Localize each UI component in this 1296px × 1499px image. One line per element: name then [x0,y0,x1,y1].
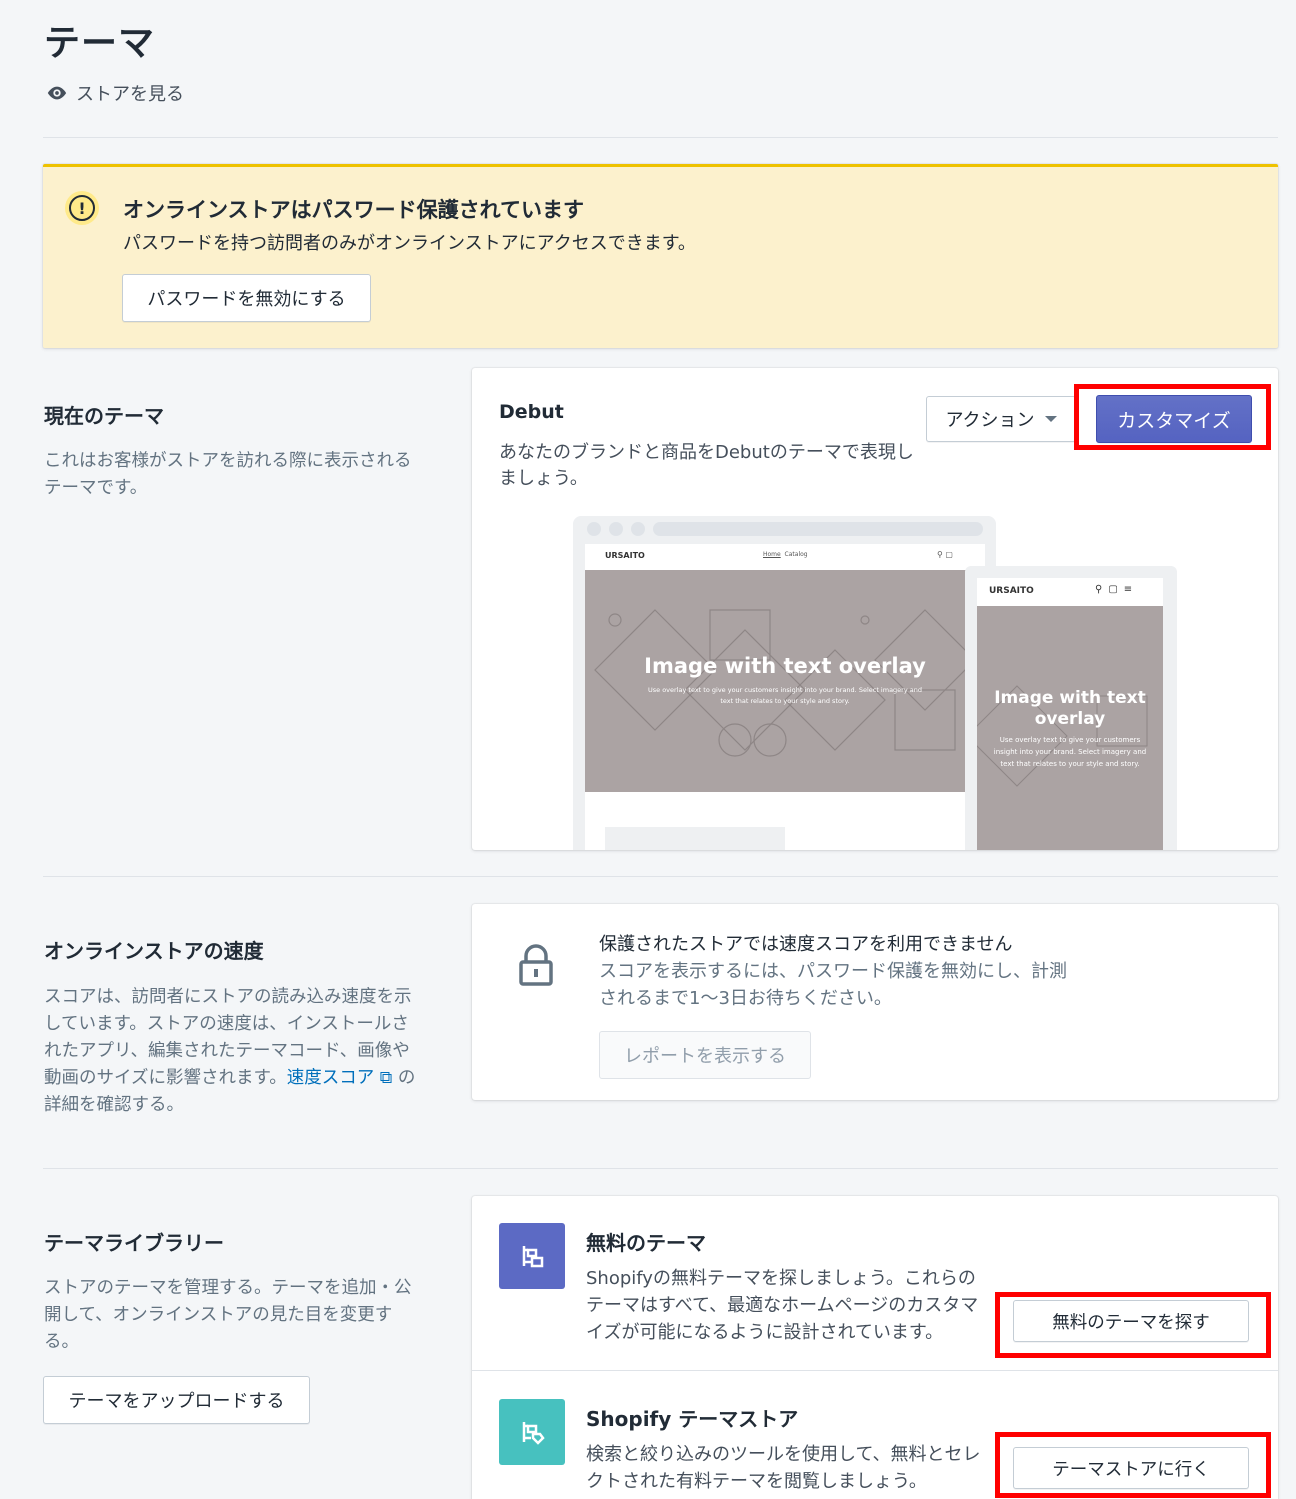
theme-store-icon [499,1399,565,1465]
current-theme-desc: これはお客様がストアを訪れる際に表示されるテーマです。 [44,451,412,498]
external-link-icon: ⧉ [374,1068,393,1088]
lock-icon [519,944,553,986]
library-section-title: テーマライブラリー [44,1231,224,1255]
banner-text: パスワードを持つ訪問者のみがオンラインストアにアクセスできます。 [123,233,696,254]
url-bar [653,522,983,536]
preview-nav: Home Catalog [763,551,808,558]
view-store-link[interactable]: ストアを見る [46,80,184,106]
mobile-preview: URSAITO ⚲▢≡ Image with text overlay Use … [965,566,1177,850]
preview-brand: URSAITO [605,551,645,560]
view-report-button[interactable]: レポートを表示する [599,1031,811,1079]
preview-icons: ⚲ ▢ [937,550,953,559]
mobile-preview-brand: URSAITO [989,586,1034,596]
caret-down-icon [1044,416,1057,422]
free-themes-desc: Shopifyの無料テーマを探しましょう。これらのテーマはすべて、最適なホームペ… [586,1268,979,1343]
current-theme-card: Debut あなたのブランドと商品をDebutのテーマで表現しましょう。 アクシ… [472,368,1278,850]
library-section-desc: ストアのテーマを管理する。テーマを追加・公開して、オンラインストアの見た目を変更… [44,1278,412,1352]
warning-icon: ! [65,191,99,225]
free-themes-icon [499,1223,565,1289]
speed-card-title: 保護されたストアでは速度スコアを利用できません [599,934,1013,955]
theme-store-title: Shopify テーマストア [586,1407,799,1431]
action-label: アクション [945,410,1035,431]
speed-card: 保護されたストアでは速度スコアを利用できません スコアを表示するには、パスワード… [472,904,1278,1100]
preview-placeholder [605,827,785,850]
free-themes-title: 無料のテーマ [586,1231,706,1255]
page-title: テーマ [44,23,156,64]
highlight-box-theme-store [995,1432,1271,1498]
mobile-preview-hero-title: Image with text overlay [994,688,1146,729]
password-warning-banner: ! オンラインストアはパスワード保護されています パスワードを持つ訪問者のみがオ… [43,164,1278,348]
theme-name: Debut [499,401,564,423]
current-theme-title: 現在のテーマ [44,404,164,428]
speed-section-desc: スコアは、訪問者にストアの読み込み速度を示しています。ストアの速度は、インストー… [44,987,416,1115]
theme-library-card: 無料のテーマ Shopifyの無料テーマを探しましょう。これらのテーマはすべて、… [472,1196,1278,1499]
theme-store-desc: 検索と絞り込みのツールを使用して、無料とセレクトされた有料テーマを閲覧しましょう… [586,1444,981,1492]
library-divider [472,1370,1278,1371]
highlight-box-customize [1074,384,1271,450]
highlight-box-free-themes [995,1292,1271,1358]
hero-illustration [594,609,976,757]
view-store-label: ストアを見る [76,84,184,105]
disable-password-button[interactable]: パスワードを無効にする [122,274,371,322]
speed-card-desc: スコアを表示するには、パスワード保護を無効にし、計測されるまで1〜3日お待ちくだ… [599,961,1067,1009]
banner-title: オンラインストアはパスワード保護されています [123,198,584,222]
upload-theme-button[interactable]: テーマをアップロードする [43,1376,310,1424]
section-divider [43,876,1278,877]
window-dots [587,522,645,536]
action-dropdown-button[interactable]: アクション [926,396,1076,442]
preview-hero-text: Use overlay text to give your customers … [648,686,922,705]
header-divider [43,137,1278,138]
preview-hero-title: Image with text overlay [644,654,926,678]
speed-section-title: オンラインストアの速度 [44,939,264,963]
desktop-preview: URSAITO Home Catalog ⚲ ▢ Image with text… [573,516,996,850]
speed-score-link[interactable]: 速度スコア [287,1068,375,1088]
mobile-preview-hero-text: Use overlay text to give your customers … [993,736,1147,768]
mobile-preview-hero: Image with text overlay Use overlay text… [977,606,1163,850]
mobile-preview-icons: ⚲▢≡ [1095,584,1139,595]
preview-hero: Image with text overlay Use overlay text… [585,570,985,792]
theme-desc: あなたのブランドと商品をDebutのテーマで表現しましょう。 [499,442,914,489]
section-divider-2 [43,1168,1278,1169]
eye-icon [47,86,67,100]
